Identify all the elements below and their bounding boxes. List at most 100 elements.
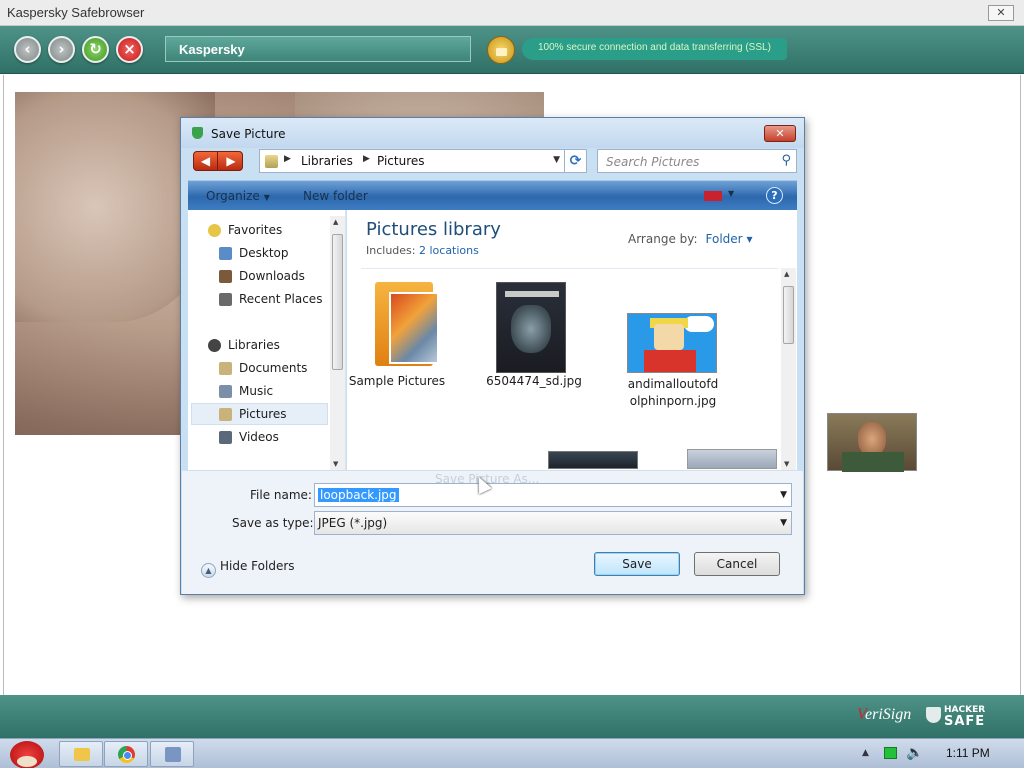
new-folder-button[interactable]: New folder (303, 189, 368, 203)
breadcrumb[interactable]: ▶ Libraries ▶ Pictures ▼ (259, 149, 565, 173)
scroll-down-icon[interactable]: ▼ (784, 460, 789, 468)
music-icon (219, 385, 232, 398)
nav-favorites[interactable]: Favorites (208, 220, 338, 242)
nav-label: Music (239, 384, 274, 398)
nav-recent-places[interactable]: Recent Places (219, 289, 338, 311)
star-icon (208, 224, 221, 237)
organize-label: Organize (206, 189, 260, 203)
search-input[interactable]: Search Pictures ⚲ (597, 149, 797, 173)
dialog-titlebar: Save Picture ✕ (181, 118, 804, 148)
library-includes: Includes: 2 locations (366, 244, 479, 257)
nav-music[interactable]: Music (219, 381, 338, 403)
nav-label: Pictures (239, 407, 287, 421)
tray-expand-icon[interactable]: ▲ (862, 748, 869, 758)
reload-button[interactable]: ↻ (82, 36, 109, 63)
nav-label: Downloads (239, 269, 305, 283)
save-picture-dialog: Save Picture ✕ ◀ ▶ ▶ Libraries ▶ Picture… (180, 117, 917, 595)
file-tile[interactable]: Sample Pictures (347, 282, 447, 392)
bird-belly (17, 756, 37, 767)
address-bar[interactable]: Kaspersky (165, 36, 471, 62)
nav-documents[interactable]: Documents (219, 358, 338, 380)
chevron-down-icon[interactable]: ▼ (553, 155, 560, 165)
file-name-field[interactable]: loopback.jpg ▼ (314, 483, 792, 507)
save-button[interactable]: Save (594, 552, 680, 576)
cancel-button[interactable]: Cancel (694, 552, 780, 576)
scroll-down-icon[interactable]: ▼ (333, 460, 338, 468)
videos-icon (219, 431, 232, 444)
file-list: Pictures library Includes: 2 locations A… (347, 210, 917, 472)
refresh-button[interactable]: ⟳ (564, 149, 587, 173)
save-type-select[interactable]: JPEG (*.jpg) ▼ (314, 511, 792, 535)
hide-folders-toggle[interactable]: ▲ Hide Folders (201, 559, 295, 578)
image-thumbnail (496, 282, 566, 373)
lock-icon[interactable] (487, 36, 515, 64)
command-bar: Organize ▼ New folder ▼ ? (188, 180, 797, 210)
folder-preview (389, 292, 439, 364)
chevron-down-icon[interactable]: ▼ (780, 518, 787, 528)
dialog-back-button[interactable]: ◀ (194, 152, 218, 170)
file-tile[interactable]: 6504474_sd.jpg (484, 282, 584, 392)
browser-titlebar: Kaspersky Safebrowser ✕ (0, 0, 1024, 26)
dialog-close-button[interactable]: ✕ (764, 125, 796, 142)
nav-downloads[interactable]: Downloads (219, 266, 338, 288)
nav-desktop[interactable]: Desktop (219, 243, 338, 265)
scroll-up-icon[interactable]: ▲ (333, 218, 338, 226)
image-thumbnail[interactable] (687, 449, 777, 469)
breadcrumb-separator[interactable]: ▶ (284, 154, 291, 164)
nav-label: Libraries (228, 338, 280, 352)
taskbar-chrome[interactable] (104, 741, 148, 767)
breadcrumb-pictures[interactable]: Pictures (377, 154, 425, 168)
nav-scrollbar[interactable]: ▲ ▼ (330, 216, 345, 470)
save-type-label: Save as type: (232, 516, 314, 530)
speech-bubble (684, 316, 714, 332)
start-button[interactable] (4, 739, 48, 768)
view-icon[interactable] (704, 191, 722, 201)
arrange-dropdown[interactable]: Folder ▾ (706, 232, 753, 246)
save-type-value: JPEG (*.jpg) (318, 516, 388, 530)
recent-places-icon (219, 293, 232, 306)
arrange-label: Arrange by: (628, 232, 698, 246)
dialog-forward-button[interactable]: ▶ (219, 152, 243, 170)
file-tile[interactable]: andimalloutofd olphinporn.jpg (623, 313, 723, 413)
content-scrollbar[interactable]: ▲ ▼ (781, 268, 796, 470)
taskbar-clock[interactable]: 1:11 PM (946, 746, 990, 760)
folder-icon (375, 282, 441, 370)
cartoon-shirt (644, 350, 696, 372)
scroll-up-icon[interactable]: ▲ (784, 270, 789, 278)
browser-title: Kaspersky Safebrowser (7, 5, 145, 20)
breadcrumb-libraries[interactable]: Libraries (301, 154, 353, 168)
verisign-logo: VeriSign (857, 706, 912, 723)
scroll-thumb[interactable] (783, 286, 794, 344)
chevron-down-icon: ▼ (263, 193, 270, 202)
nav-libraries[interactable]: Libraries (208, 335, 338, 357)
image-thumbnail[interactable] (548, 451, 638, 469)
locations-link[interactable]: 2 locations (419, 244, 479, 257)
image-thumbnail[interactable] (827, 413, 917, 472)
search-icon[interactable]: ⚲ (781, 153, 791, 168)
taskbar-app[interactable] (150, 741, 194, 767)
nav-videos[interactable]: Videos (219, 427, 338, 449)
breadcrumb-separator[interactable]: ▶ (363, 154, 370, 164)
file-name: Sample Pictures (348, 374, 446, 388)
forward-button[interactable]: › (48, 36, 75, 63)
back-button[interactable]: ‹ (14, 36, 41, 63)
library-title: Pictures library (366, 219, 501, 240)
taskbar-explorer[interactable] (59, 741, 103, 767)
nav-label: Desktop (239, 246, 289, 260)
scroll-thumb[interactable] (332, 234, 343, 370)
file-name-label: File name: (250, 488, 312, 502)
arrange-value: Folder (705, 232, 743, 246)
taskbar (0, 738, 1024, 768)
nav-pictures[interactable]: Pictures (191, 403, 328, 425)
chevron-down-icon[interactable]: ▼ (780, 490, 787, 500)
hackersafe-bottom: SAFE (944, 714, 986, 729)
help-icon[interactable]: ? (766, 187, 783, 204)
folder-icon (74, 748, 90, 761)
stop-button[interactable]: × (116, 36, 143, 63)
network-icon[interactable] (884, 747, 897, 759)
file-name-value[interactable]: loopback.jpg (318, 488, 399, 502)
volume-icon[interactable]: 🔈 (906, 745, 923, 761)
organize-menu[interactable]: Organize ▼ (206, 189, 270, 203)
chevron-down-icon[interactable]: ▼ (728, 189, 734, 198)
browser-close-button[interactable]: ✕ (988, 5, 1014, 21)
